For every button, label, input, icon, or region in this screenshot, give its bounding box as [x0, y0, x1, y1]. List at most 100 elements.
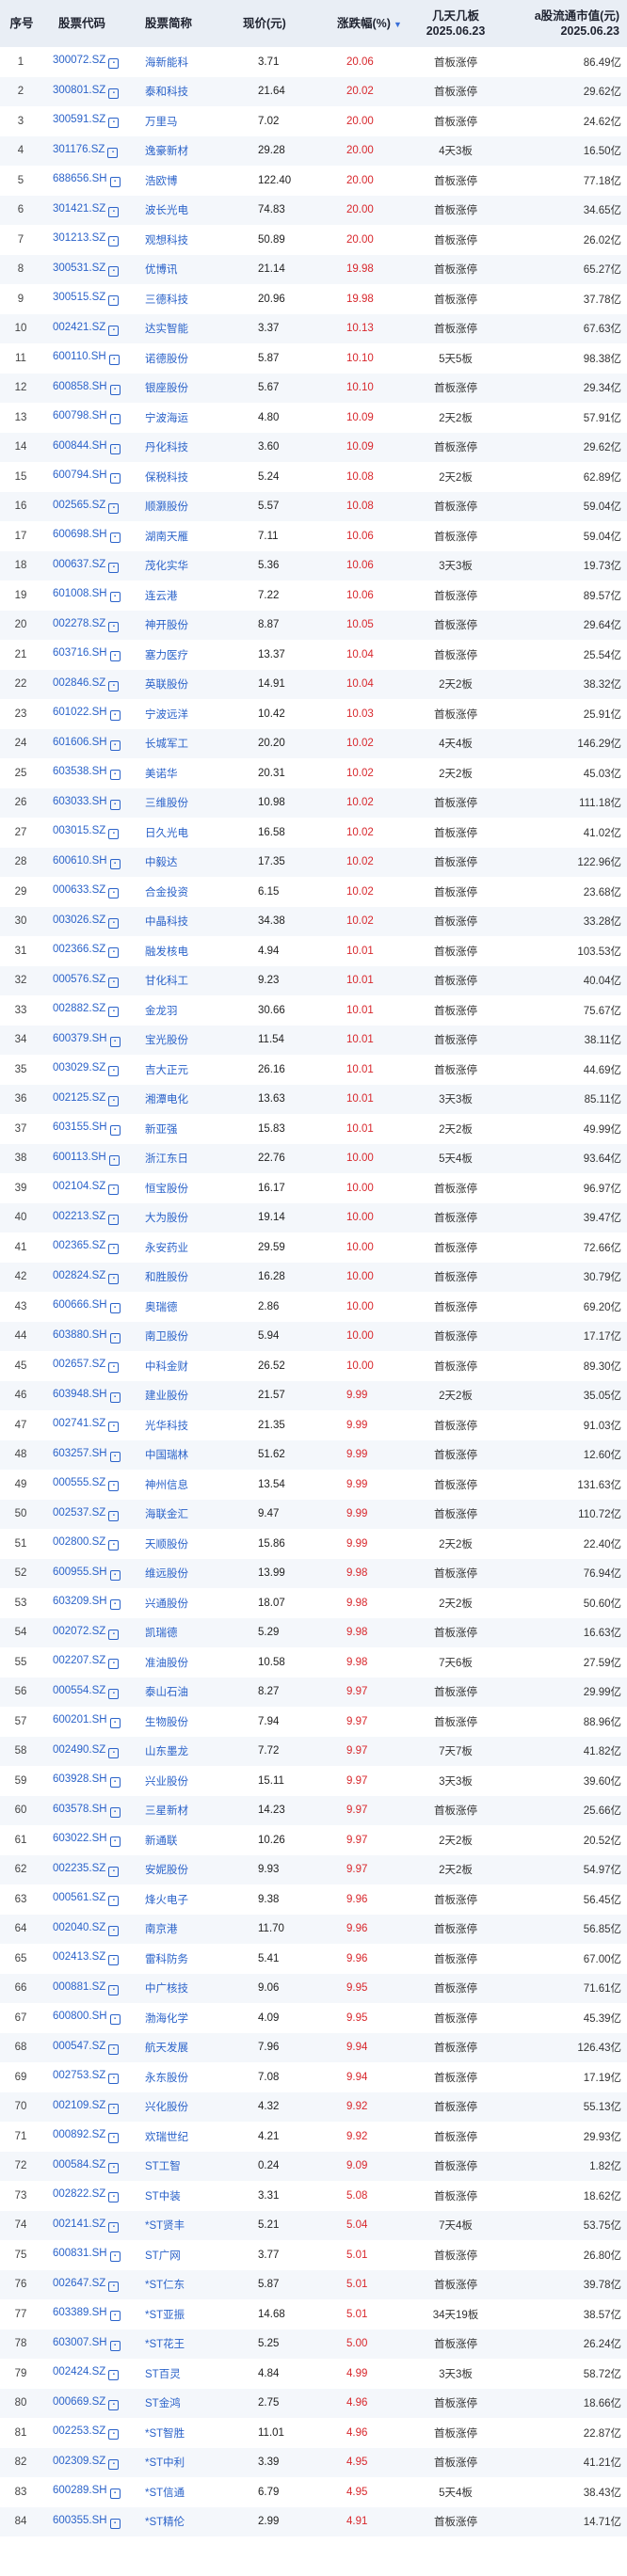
- stock-code-link-text[interactable]: 000555.SZ: [53, 1477, 105, 1488]
- stock-name-link[interactable]: 三星新材: [136, 1796, 217, 1826]
- stock-code-link-text[interactable]: 002109.SZ: [53, 2100, 105, 2111]
- stock-code-link[interactable]: 300072.SZ ▪: [41, 47, 136, 77]
- stock-name-link[interactable]: 南京港: [136, 1915, 217, 1945]
- stock-name-link-text[interactable]: 准油股份: [145, 1658, 188, 1669]
- stock-name-link-text[interactable]: *ST精伦: [145, 2517, 185, 2528]
- table-row[interactable]: 39 002104.SZ ▪ 恒宝股份 16.17 10.00 首板涨停 96.97亿: [0, 1173, 627, 1203]
- table-row[interactable]: 22 002846.SZ ▪ 英联股份 14.91 10.04 2天2板 38.32亿: [0, 669, 627, 700]
- stock-code-link[interactable]: 603880.SH ▪: [41, 1322, 136, 1352]
- stock-name-link-text[interactable]: 神开股份: [145, 620, 188, 631]
- chart-link-icon[interactable]: ▪: [109, 384, 121, 395]
- table-row[interactable]: 40 002213.SZ ▪ 大为股份 19.14 10.00 首板涨停 39.47亿: [0, 1202, 627, 1233]
- stock-code-link[interactable]: 600289.SH ▪: [41, 2477, 136, 2507]
- stock-code-link-text[interactable]: 002207.SZ: [53, 1655, 105, 1666]
- table-row[interactable]: 47 002741.SZ ▪ 光华科技 21.35 9.99 首板涨停 91.03亿: [0, 1410, 627, 1440]
- stock-code-link-text[interactable]: 002309.SZ: [53, 2456, 105, 2467]
- table-row[interactable]: 55 002207.SZ ▪ 准油股份 10.58 9.98 7天6板 27.59亿: [0, 1647, 627, 1678]
- stock-name-link-text[interactable]: 融发核电: [145, 946, 188, 958]
- chart-link-icon[interactable]: ▪: [108, 2043, 120, 2055]
- stock-name-link[interactable]: 三德科技: [136, 284, 217, 314]
- chart-link-icon[interactable]: ▪: [108, 1659, 120, 1670]
- stock-name-link-text[interactable]: 丹化科技: [145, 442, 188, 453]
- stock-name-link[interactable]: *ST信通: [136, 2477, 217, 2507]
- stock-name-link[interactable]: 光华科技: [136, 1410, 217, 1440]
- stock-code-link-text[interactable]: 000881.SZ: [53, 1981, 105, 1993]
- stock-code-link-text[interactable]: 600955.SH: [53, 1566, 107, 1578]
- stock-name-link-text[interactable]: 航天发展: [145, 2043, 188, 2054]
- stock-code-link-text[interactable]: 300515.SZ: [53, 292, 105, 303]
- table-row[interactable]: 83 600289.SH ▪ *ST信通 6.79 4.95 5天4板 38.43亿: [0, 2477, 627, 2507]
- stock-name-link[interactable]: 安妮股份: [136, 1855, 217, 1885]
- table-row[interactable]: 38 600113.SH ▪ 浙江东日 22.76 10.00 5天4板 93.64亿: [0, 1143, 627, 1173]
- table-row[interactable]: 21 603716.SH ▪ 塞力医疗 13.37 10.04 首板涨停 25.54亿: [0, 640, 627, 670]
- stock-code-link-text[interactable]: 600355.SH: [53, 2515, 107, 2526]
- stock-code-link-text[interactable]: 002365.SZ: [53, 1240, 105, 1251]
- stock-code-link-text[interactable]: 600666.SH: [53, 1299, 107, 1311]
- chart-link-icon[interactable]: ▪: [108, 2221, 120, 2233]
- stock-name-link-text[interactable]: 浙江东日: [145, 1153, 188, 1165]
- chart-link-icon[interactable]: ▪: [109, 770, 121, 781]
- stock-name-link-text[interactable]: ST工智: [145, 2161, 181, 2172]
- stock-name-link[interactable]: 连云港: [136, 580, 217, 611]
- table-row[interactable]: 52 600955.SH ▪ 维远股份 13.99 9.98 首板涨停 76.94亿: [0, 1558, 627, 1589]
- stock-name-link[interactable]: 顺灏股份: [136, 492, 217, 522]
- stock-name-link-text[interactable]: 烽火电子: [145, 1895, 188, 1906]
- stock-code-link-text[interactable]: 600831.SH: [53, 2248, 107, 2259]
- stock-code-link-text[interactable]: 600289.SH: [53, 2485, 107, 2496]
- table-row[interactable]: 54 002072.SZ ▪ 凯瑞德 5.29 9.98 首板涨停 16.63亿: [0, 1617, 627, 1647]
- stock-name-link-text[interactable]: 神州信息: [145, 1480, 188, 1491]
- stock-code-link-text[interactable]: 603716.SH: [53, 647, 107, 659]
- stock-name-link[interactable]: ST广网: [136, 2240, 217, 2270]
- table-row[interactable]: 14 600844.SH ▪ 丹化科技 3.60 10.09 首板涨停 29.62亿: [0, 432, 627, 462]
- stock-code-link[interactable]: 003029.SZ ▪: [41, 1055, 136, 1085]
- table-row[interactable]: 70 002109.SZ ▪ 兴化股份 4.32 9.92 首板涨停 55.13亿: [0, 2091, 627, 2122]
- stock-code-link[interactable]: 603389.SH ▪: [41, 2299, 136, 2330]
- stock-code-link-text[interactable]: 002882.SZ: [53, 1003, 105, 1014]
- stock-name-link[interactable]: 吉大正元: [136, 1055, 217, 1085]
- stock-name-link[interactable]: 日久光电: [136, 818, 217, 848]
- table-row[interactable]: 35 003029.SZ ▪ 吉大正元 26.16 10.01 首板涨停 44.69亿: [0, 1055, 627, 1085]
- chart-link-icon[interactable]: ▪: [108, 1688, 120, 1699]
- stock-name-link-text[interactable]: 保税科技: [145, 472, 188, 484]
- stock-code-link[interactable]: 002365.SZ ▪: [41, 1232, 136, 1263]
- table-row[interactable]: 43 600666.SH ▪ 奥瑞德 2.86 10.00 首板涨停 69.20亿: [0, 1292, 627, 1322]
- chart-link-icon[interactable]: ▪: [108, 947, 120, 959]
- stock-name-link[interactable]: 诺德股份: [136, 343, 217, 374]
- table-row[interactable]: 17 600698.SH ▪ 湖南天雁 7.11 10.06 首板涨停 59.04亿: [0, 521, 627, 551]
- stock-code-link[interactable]: 002213.SZ ▪: [41, 1203, 136, 1233]
- chart-link-icon[interactable]: ▪: [108, 2458, 120, 2470]
- table-row[interactable]: 4 301176.SZ ▪ 逸豪新材 29.28 20.00 4天3板 16.50亿: [0, 135, 627, 167]
- stock-name-link[interactable]: 金龙羽: [136, 995, 217, 1026]
- stock-code-link[interactable]: 600201.SH ▪: [41, 1707, 136, 1737]
- table-row[interactable]: 12 600858.SH ▪ 银座股份 5.67 10.10 首板涨停 29.34亿: [0, 373, 627, 403]
- stock-name-link[interactable]: 茂化实华: [136, 551, 217, 581]
- chart-link-icon[interactable]: ▪: [109, 1125, 121, 1137]
- stock-code-link-text[interactable]: 002366.SZ: [53, 944, 105, 955]
- stock-code-link-text[interactable]: 002424.SZ: [53, 2366, 105, 2377]
- stock-name-link[interactable]: 中晶科技: [136, 907, 217, 937]
- stock-code-link[interactable]: 002413.SZ ▪: [41, 1944, 136, 1974]
- stock-name-link[interactable]: 英联股份: [136, 670, 217, 700]
- stock-code-link[interactable]: 000881.SZ ▪: [41, 1974, 136, 2004]
- stock-name-link-text[interactable]: 中毅达: [145, 857, 178, 868]
- stock-name-link[interactable]: 逸豪新材: [136, 136, 217, 167]
- stock-name-link[interactable]: 维远股份: [136, 1559, 217, 1589]
- stock-code-link[interactable]: 601022.SH ▪: [41, 699, 136, 729]
- table-row[interactable]: 8 300531.SZ ▪ 优博讯 21.14 19.98 首板涨停 65.27亿: [0, 254, 627, 284]
- stock-code-link-text[interactable]: 600844.SH: [53, 440, 107, 452]
- chart-link-icon[interactable]: ▪: [108, 1273, 120, 1284]
- stock-code-link[interactable]: 600666.SH ▪: [41, 1292, 136, 1322]
- stock-code-link-text[interactable]: 003015.SZ: [53, 825, 105, 836]
- stock-name-link[interactable]: 融发核电: [136, 936, 217, 966]
- chart-link-icon[interactable]: ▪: [108, 917, 120, 929]
- table-row[interactable]: 49 000555.SZ ▪ 神州信息 13.54 9.99 首板涨停 131.63亿: [0, 1470, 627, 1500]
- table-row[interactable]: 51 002800.SZ ▪ 天顺股份 15.86 9.99 2天2板 22.40亿: [0, 1529, 627, 1559]
- table-row[interactable]: 30 003026.SZ ▪ 中晶科技 34.38 10.02 首板涨停 33.28亿: [0, 906, 627, 937]
- stock-name-link[interactable]: *ST贤丰: [136, 2211, 217, 2241]
- stock-code-link[interactable]: 000576.SZ ▪: [41, 966, 136, 996]
- stock-code-link[interactable]: 600798.SH ▪: [41, 403, 136, 433]
- stock-code-link[interactable]: 301176.SZ ▪: [41, 136, 136, 167]
- table-row[interactable]: 61 603022.SH ▪ 新通联 10.26 9.97 2天2板 20.52亿: [0, 1825, 627, 1855]
- stock-name-link-text[interactable]: 永安药业: [145, 1243, 188, 1254]
- stock-name-link[interactable]: 恒宝股份: [136, 1173, 217, 1203]
